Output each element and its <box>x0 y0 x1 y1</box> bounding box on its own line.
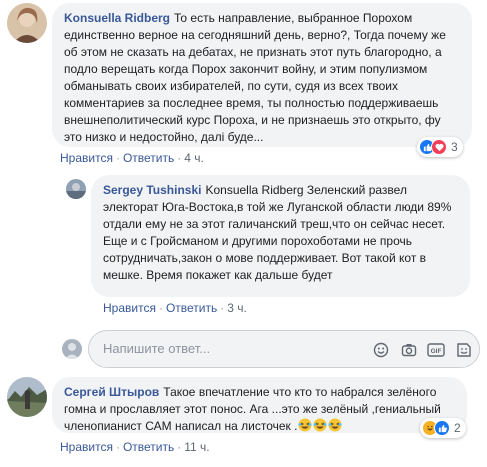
like-reaction-icon <box>434 420 450 436</box>
reply-input[interactable] <box>103 341 353 356</box>
comment-time[interactable]: 3 ч. <box>227 301 247 315</box>
comment-bubble: Konsuella Ridberg То есть направление, вы… <box>52 3 472 147</box>
like-link[interactable]: Нравится <box>103 301 156 315</box>
comment-bubble: Sergey Tushinski Konsuella Ridberg Зеленс… <box>91 175 470 297</box>
comment-author[interactable]: Konsuella Ridberg <box>64 11 170 25</box>
like-link[interactable]: Нравится <box>60 440 113 454</box>
mention-link[interactable]: Konsuella Ridberg <box>205 183 303 197</box>
sticker-icon[interactable] <box>455 341 473 359</box>
reaction-summary[interactable]: 2 <box>420 418 466 438</box>
reaction-count: 2 <box>454 421 461 435</box>
reply-composer[interactable]: GIF <box>88 330 480 368</box>
comment-text: То есть направление, выбранное Порохом е… <box>64 11 446 144</box>
reaction-summary[interactable]: 3 <box>417 137 463 157</box>
profile-photo <box>7 3 47 43</box>
profile-photo <box>62 339 82 359</box>
comment-actions: Нравится · Ответить · 3 ч. <box>103 301 247 315</box>
comment-time[interactable]: 11 ч. <box>184 440 209 454</box>
camera-icon[interactable] <box>400 341 418 359</box>
laughing-emoji-icon <box>298 418 312 432</box>
comment-author[interactable]: Сергей Штыров <box>64 385 159 399</box>
like-link[interactable]: Нравится <box>60 151 113 165</box>
comment-author[interactable]: Sergey Tushinski <box>103 183 201 197</box>
laughing-emoji-icon <box>313 418 327 432</box>
svg-text:GIF: GIF <box>431 348 442 355</box>
reply-link[interactable]: Ответить <box>123 151 174 165</box>
laughing-emoji-icon <box>328 418 342 432</box>
comment-actions: Нравится · Ответить · 11 ч. <box>60 440 210 454</box>
love-reaction-icon <box>431 139 447 155</box>
profile-photo <box>7 377 47 417</box>
profile-photo <box>66 179 86 199</box>
reaction-count: 3 <box>451 140 458 154</box>
comment-time[interactable]: 4 ч. <box>184 151 204 165</box>
comment-bubble: Сергей Штыров Такое впечатление что кто т… <box>52 377 467 433</box>
reply-link[interactable]: Ответить <box>166 301 217 315</box>
avatar[interactable] <box>7 3 47 43</box>
comment-actions: Нравится · Ответить · 4 ч. <box>60 151 204 165</box>
my-avatar <box>62 339 82 359</box>
avatar[interactable] <box>66 179 86 199</box>
emoji-icon[interactable] <box>372 341 390 359</box>
avatar[interactable] <box>7 377 47 417</box>
reply-link[interactable]: Ответить <box>123 440 174 454</box>
gif-icon[interactable]: GIF <box>427 341 445 359</box>
comment-text: Зеленский развел электорат Юга-Востока,в… <box>103 183 452 282</box>
